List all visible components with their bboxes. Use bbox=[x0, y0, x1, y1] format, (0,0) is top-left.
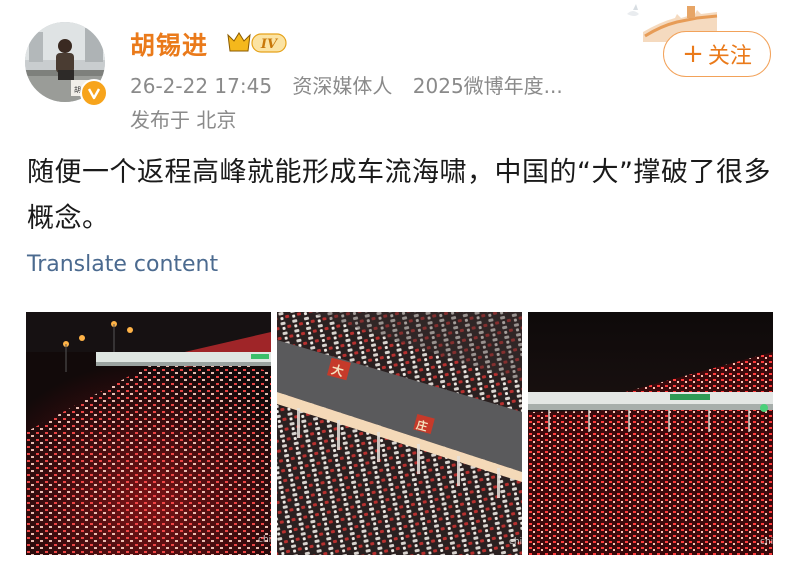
image-watermark: china bbox=[258, 535, 271, 545]
post-text: 随便一个返程高峰就能形成车流海啸，中国的“大”撑破了很多概念。 bbox=[27, 157, 771, 234]
traffic-photo-2: 大 庄 china bbox=[277, 312, 522, 555]
post-location: 发布于 北京 bbox=[130, 108, 237, 132]
plus-icon: + bbox=[682, 39, 704, 69]
follow-label: 关注 bbox=[707, 44, 752, 69]
post-image-2[interactable]: 大 庄 china bbox=[277, 312, 522, 555]
follow-button[interactable]: + 关注 bbox=[663, 31, 771, 77]
post-image-1[interactable]: china bbox=[26, 312, 271, 555]
image-grid: china 大 bbox=[26, 312, 774, 555]
image-watermark-2: china bbox=[509, 537, 522, 547]
vip-level-badge[interactable]: IV bbox=[226, 29, 290, 57]
translate-link[interactable]: Translate content bbox=[27, 252, 218, 277]
username[interactable]: 胡锡进 bbox=[130, 26, 208, 62]
traffic-photo-1: china bbox=[26, 312, 271, 555]
image-watermark-3: china bbox=[760, 537, 773, 547]
user-tag[interactable]: 资深媒体人 bbox=[292, 74, 392, 98]
verified-icon bbox=[80, 79, 108, 107]
post-image-3[interactable]: china bbox=[528, 312, 773, 555]
post-meta: 26-2-22 17:45 资深媒体人 2025微博年度... bbox=[130, 70, 577, 99]
user-honor[interactable]: 2025微博年度... bbox=[413, 74, 563, 98]
traffic-photo-3: china bbox=[528, 312, 773, 555]
post-timestamp: 26-2-22 17:45 bbox=[130, 74, 273, 98]
vip-level-text: IV bbox=[260, 37, 279, 52]
weibo-post: 胡锡进 胡锡进 IV 26-2-22 17:45 资深媒体人 2025微博年度.… bbox=[0, 0, 800, 587]
